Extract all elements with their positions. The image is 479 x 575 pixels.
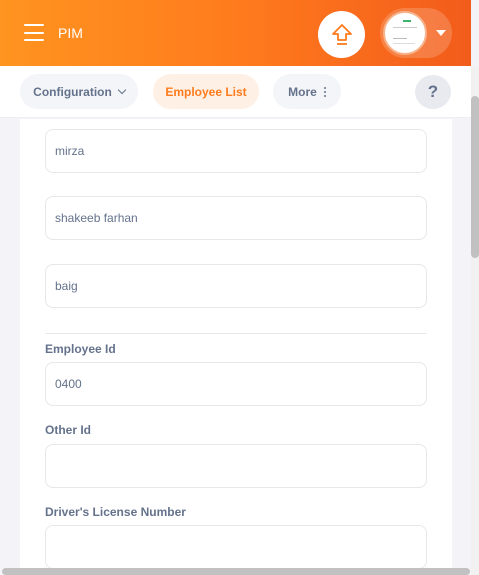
middle-name-input[interactable]: baig: [45, 264, 427, 308]
more-vertical-icon: [323, 86, 326, 98]
last-name-input[interactable]: mirza: [45, 129, 427, 173]
vertical-scrollbar-thumb[interactable]: [471, 96, 479, 258]
divider: [45, 333, 427, 334]
top-bar: PIM: [0, 0, 471, 66]
tab-configuration-label: Configuration: [33, 84, 112, 99]
horizontal-scrollbar-thumb[interactable]: [2, 568, 470, 575]
drivers-license-input[interactable]: [45, 525, 427, 569]
tab-more[interactable]: More: [273, 74, 341, 109]
chevron-down-icon: [117, 85, 127, 94]
upgrade-arrow-icon: [331, 23, 352, 45]
menu-icon[interactable]: [24, 24, 44, 41]
upgrade-button[interactable]: [318, 11, 365, 58]
middle-name-value: baig: [55, 279, 78, 293]
last-name-value: mirza: [55, 144, 85, 158]
first-name-input[interactable]: shakeeb farhan: [45, 196, 427, 240]
caret-down-icon[interactable]: [436, 30, 446, 36]
drivers-license-label: Driver's License Number: [45, 505, 186, 519]
secondary-nav: Configuration Employee List More: [0, 66, 471, 118]
tab-more-label: More: [288, 84, 317, 99]
first-name-value: shakeeb farhan: [55, 211, 138, 225]
tab-configuration[interactable]: Configuration: [20, 74, 138, 109]
user-menu[interactable]: [380, 8, 452, 58]
employee-id-value: 0400: [55, 377, 82, 391]
tab-employee-list-label: Employee List: [165, 84, 247, 99]
other-id-input[interactable]: [45, 444, 427, 488]
employee-id-label: Employee Id: [45, 342, 116, 356]
module-title: PIM: [58, 25, 83, 41]
avatar[interactable]: [383, 11, 427, 55]
other-id-label: Other Id: [45, 423, 92, 437]
help-button[interactable]: ?: [415, 75, 451, 109]
employee-id-input[interactable]: 0400: [45, 362, 427, 406]
tab-employee-list[interactable]: Employee List: [153, 74, 259, 109]
